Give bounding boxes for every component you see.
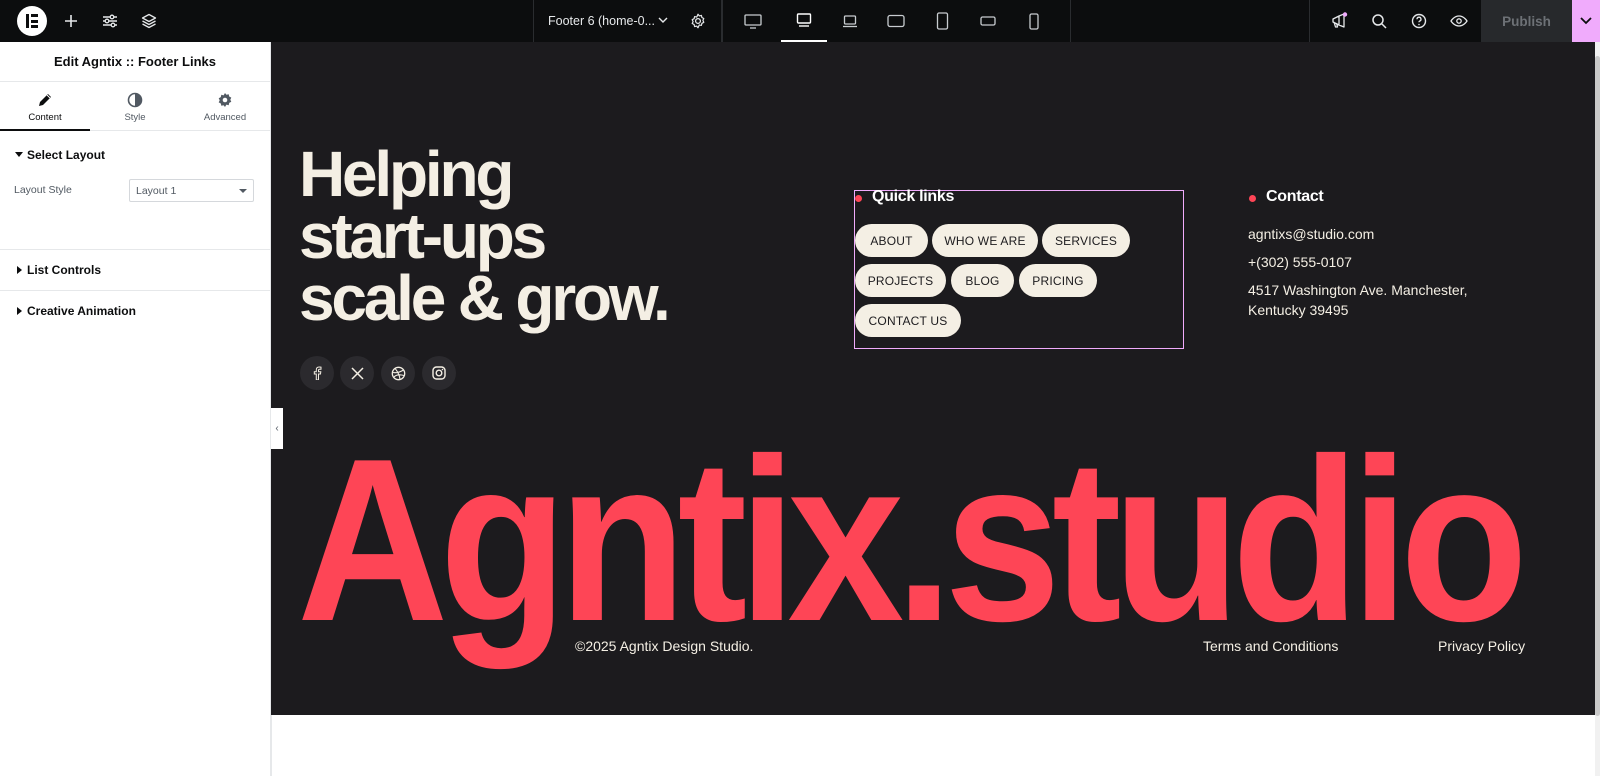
document-settings-icon[interactable] [690,13,706,29]
canvas-empty-area [271,715,1595,776]
chevron-down-icon [658,17,668,23]
add-element-icon[interactable] [58,0,84,42]
mobile-portrait-device-icon[interactable] [1011,0,1057,42]
elementor-logo[interactable] [17,6,47,36]
editor-topbar: Footer 6 (home-0... Publish [0,0,1600,42]
laptop-device-icon[interactable] [827,0,873,42]
footer-headline: Helping start-ups scale & grow. [299,138,719,334]
tab-style[interactable]: Style [90,82,180,131]
canvas-scrollbar[interactable] [1595,42,1600,776]
quick-links-bullet [855,195,862,202]
brand-wordmark: Agntix.studio [297,417,1530,670]
chevron-down-icon [239,189,247,193]
pencil-icon [39,94,51,106]
privacy-link[interactable]: Privacy Policy [1438,638,1525,654]
headline-line: scale & grow. [299,262,671,334]
section-select-layout: Select Layout Layout Style Layout 1 [0,135,270,250]
panel-tabs: Content Style Advanced [0,82,270,131]
headline-line: Helping [299,138,514,210]
contact-email[interactable]: agntixs@studio.com [1248,224,1374,244]
footer-link-contact-us[interactable]: CONTACT US [855,304,961,337]
collapse-panel-chevron-icon[interactable]: ‹ [271,408,283,449]
editor-panel: Edit Agntix :: Footer Links Content Styl… [0,42,271,776]
tab-content[interactable]: Content [0,82,90,131]
right-toolbar [1309,0,1481,42]
dribbble-icon[interactable] [381,356,415,390]
caret-right-icon [17,307,22,315]
layout-style-label: Layout Style [14,184,72,196]
section-creative-animation: Creative Animation [0,291,270,331]
tab-advanced[interactable]: Advanced [180,82,270,131]
mobile-landscape-device-icon[interactable] [965,0,1011,42]
contact-address-line-2: Kentucky 39495 [1248,302,1349,318]
publish-button[interactable]: Publish [1481,0,1572,42]
help-icon[interactable] [1406,0,1432,42]
footer-link-services[interactable]: SERVICES [1042,224,1130,257]
contact-bullet [1249,195,1256,202]
contrast-icon [127,92,143,108]
tab-content-label: Content [28,112,62,123]
section-list-controls: List Controls [0,250,270,291]
panel-title: Edit Agntix :: Footer Links [0,42,270,82]
structure-layers-icon[interactable] [136,0,162,42]
headline-line: start-ups [299,200,547,272]
publish-options-chevron-icon[interactable] [1572,0,1600,42]
x-twitter-icon[interactable] [340,356,374,390]
search-icon[interactable] [1366,0,1392,42]
section-list-controls-header[interactable]: List Controls [0,250,270,290]
widescreen-device-icon[interactable] [781,0,827,42]
tablet-portrait-device-icon[interactable] [919,0,965,42]
preview-canvas: Helping start-ups scale & grow. Quick li… [271,42,1595,715]
layout-style-control: Layout Style Layout 1 [0,179,270,227]
section-select-layout-header[interactable]: Select Layout [0,135,270,175]
section-list-controls-title: List Controls [27,263,101,277]
responsive-device-bar [722,0,1071,42]
layout-style-value: Layout 1 [136,185,177,197]
preview-icon[interactable] [1446,0,1472,42]
caret-down-icon [15,152,23,157]
document-name: Footer 6 (home-0... [548,14,655,28]
contact-address-line-1: 4517 Washington Ave. Manchester, [1248,282,1468,298]
site-settings-icon[interactable] [97,0,123,42]
caret-right-icon [17,266,22,274]
layout-style-select[interactable]: Layout 1 [129,179,254,202]
tablet-landscape-device-icon[interactable] [873,0,919,42]
footer-link-blog[interactable]: BLOG [951,264,1014,297]
facebook-icon[interactable] [300,356,334,390]
section-creative-animation-header[interactable]: Creative Animation [0,291,270,331]
contact-title: Contact [1266,188,1324,205]
footer-link-who-we-are[interactable]: WHO WE ARE [932,224,1038,257]
tab-style-label: Style [124,112,146,123]
gear-icon [218,93,232,107]
tab-advanced-label: Advanced [203,112,247,123]
section-creative-animation-title: Creative Animation [27,304,136,318]
instagram-icon[interactable] [422,356,456,390]
contact-phone[interactable]: +(302) 555-0107 [1248,252,1352,272]
copyright-text: ©2025 Agntix Design Studio. [575,638,754,654]
terms-link[interactable]: Terms and Conditions [1203,638,1338,654]
footer-link-projects[interactable]: PROJECTS [855,264,946,297]
footer-link-pricing[interactable]: PRICING [1019,264,1097,297]
whats-new-icon[interactable] [1326,0,1352,42]
section-select-layout-title: Select Layout [27,148,106,162]
desktop-device-icon[interactable] [730,0,776,42]
quick-links-title: Quick links [872,188,955,205]
brand-wordmark-text: Agntix.studio [297,417,1520,670]
document-name-dropdown[interactable]: Footer 6 (home-0... [533,0,722,42]
footer-link-about[interactable]: ABOUT [855,224,928,257]
